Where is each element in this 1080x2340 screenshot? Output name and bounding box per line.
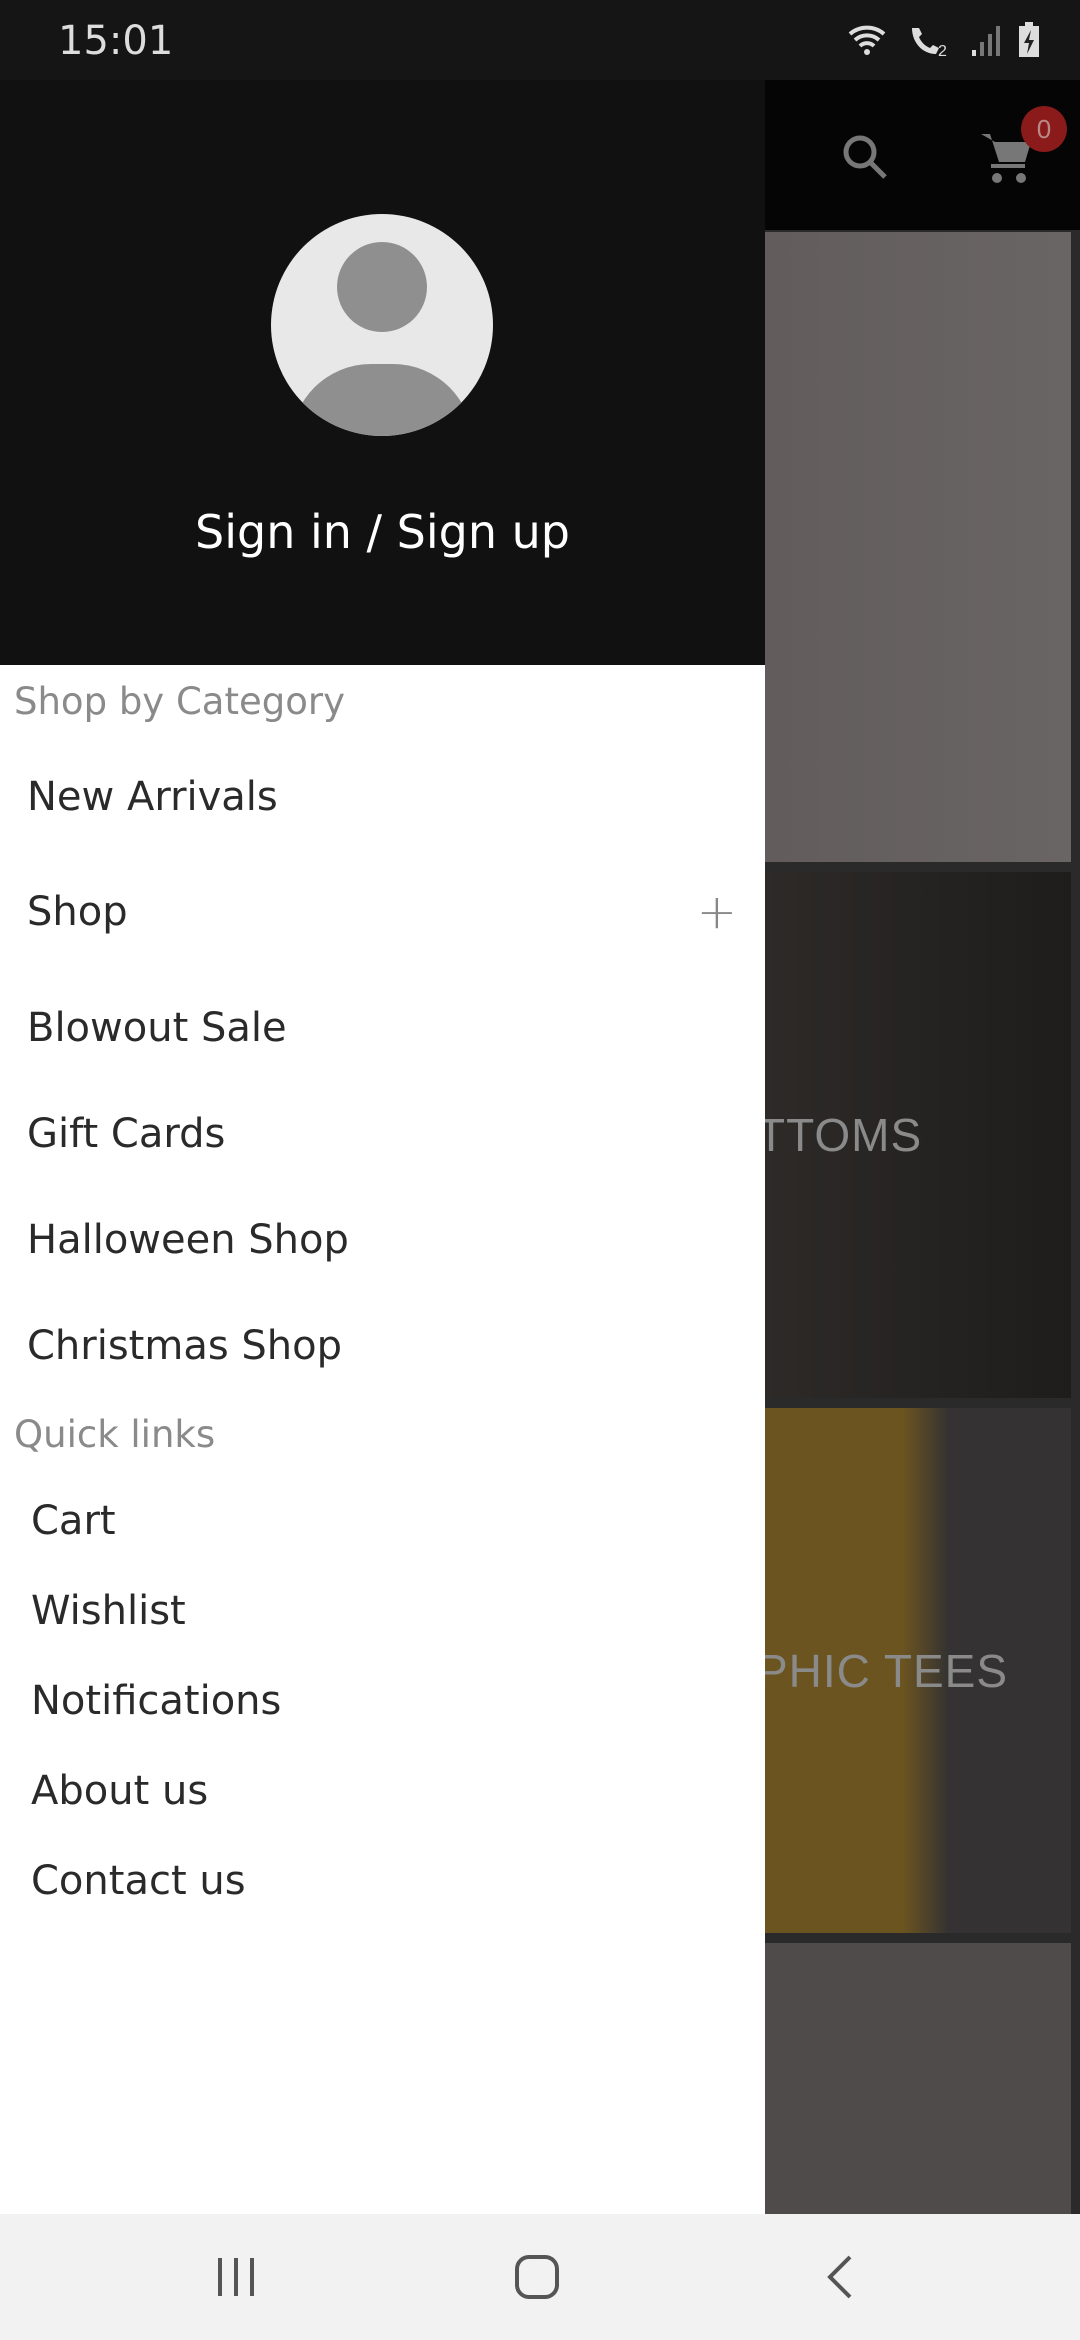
quick-link-about-us[interactable]: About us	[31, 1761, 765, 1821]
avatar[interactable]	[271, 214, 493, 436]
drawer-item-new-arrivals[interactable]: New Arrivals	[27, 767, 765, 827]
home-icon[interactable]	[514, 2254, 560, 2300]
category-tile-graphic-tees[interactable]: PHIC TEES	[765, 1408, 1071, 1933]
drawer-item-christmas-shop[interactable]: Christmas Shop	[27, 1316, 765, 1376]
status-time: 15:01	[58, 18, 174, 64]
battery-charging-icon	[1019, 22, 1039, 57]
quick-link-notifications[interactable]: Notifications	[31, 1671, 765, 1731]
sign-in-link[interactable]: Sign in / Sign up	[0, 505, 765, 559]
wifi-icon	[848, 25, 886, 55]
system-nav-bar	[0, 2214, 1080, 2340]
section-heading-category: Shop by Category	[14, 680, 345, 723]
status-bar: 15:01 2	[0, 0, 1080, 80]
wifi-calling-icon: 2	[912, 28, 947, 58]
category-tile[interactable]	[765, 1943, 1071, 2214]
quick-link-cart[interactable]: Cart	[31, 1491, 765, 1551]
navigation-drawer: Sign in / Sign up Shop by Category New A…	[0, 80, 765, 2214]
search-icon[interactable]	[840, 132, 890, 182]
quick-link-contact-us[interactable]: Contact us	[31, 1851, 765, 1911]
signal-icon	[972, 26, 1000, 56]
category-tile-bottoms[interactable]: TTOMS	[765, 872, 1071, 1398]
drawer-item-shop[interactable]: Shop +	[27, 882, 765, 942]
recents-icon[interactable]	[214, 2256, 258, 2298]
drawer-item-halloween-shop[interactable]: Halloween Shop	[27, 1210, 765, 1270]
main-content-dimmed[interactable]: 0 TTOMS PHIC TEES	[765, 80, 1080, 2214]
category-tile[interactable]	[765, 232, 1071, 862]
section-heading-quick-links: Quick links	[14, 1413, 216, 1456]
expand-plus-icon[interactable]: +	[697, 882, 737, 942]
quick-link-wishlist[interactable]: Wishlist	[31, 1581, 765, 1641]
back-icon[interactable]	[824, 2254, 854, 2300]
drawer-item-blowout-sale[interactable]: Blowout Sale	[27, 998, 765, 1058]
drawer-header: Sign in / Sign up	[0, 80, 765, 665]
drawer-item-gift-cards[interactable]: Gift Cards	[27, 1104, 765, 1164]
app-bar: 0	[765, 80, 1080, 230]
svg-text:2: 2	[938, 43, 947, 58]
cart-count-badge: 0	[1021, 106, 1067, 152]
